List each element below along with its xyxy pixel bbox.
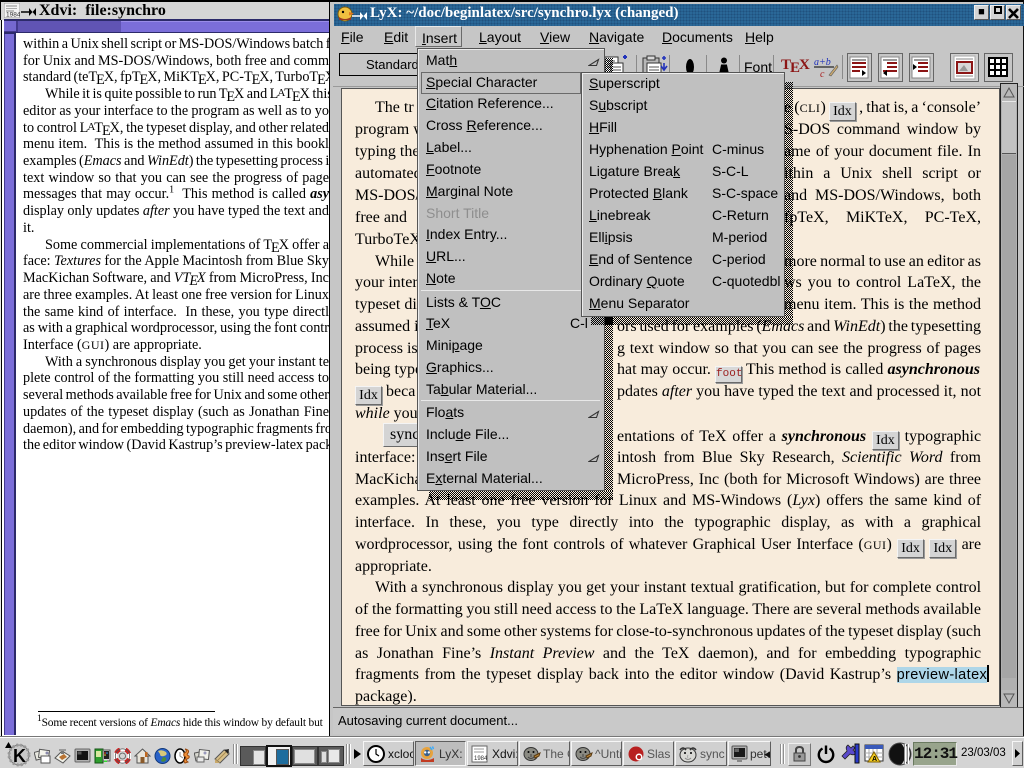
svg-text:1984: 1984 [474,756,488,762]
svg-text:A: A [872,756,877,763]
svg-text:1984: 1984 [6,12,20,19]
svg-text:c: c [820,69,825,80]
svg-text:K: K [13,746,26,766]
svg-text:a+b: a+b [814,57,831,68]
